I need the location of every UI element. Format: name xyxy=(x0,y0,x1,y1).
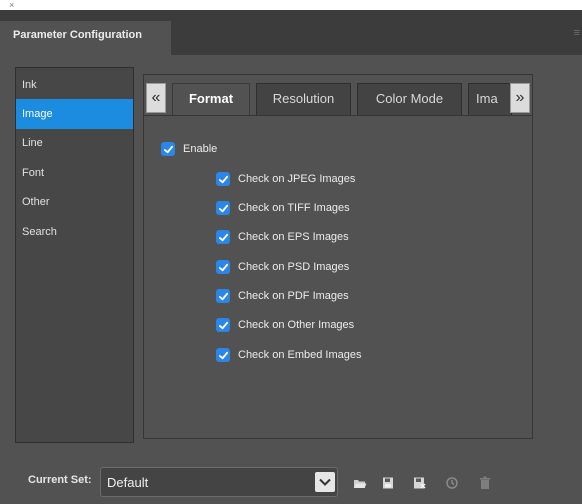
trash-icon[interactable] xyxy=(478,476,492,490)
panel-tab-bar: Parameter Configuration ≡ xyxy=(0,10,582,55)
tab-color-mode[interactable]: Color Mode xyxy=(357,83,462,115)
category-item-font[interactable]: Font xyxy=(16,158,133,188)
current-set-label: Current Set: xyxy=(28,474,92,486)
psd-label: Check on PSD Images xyxy=(238,261,350,273)
open-folder-icon[interactable] xyxy=(353,476,367,490)
history-icon[interactable] xyxy=(445,476,459,490)
category-item-search[interactable]: Search xyxy=(16,217,133,247)
other-label: Check on Other Images xyxy=(238,319,355,331)
checkmark-icon xyxy=(218,175,228,183)
footer-bar: Current Set: Default xyxy=(0,462,582,504)
checkmark-icon xyxy=(218,204,228,212)
eps-label: Check on EPS Images xyxy=(238,231,349,243)
tab-resolution[interactable]: Resolution xyxy=(256,83,351,115)
check-row-pdf[interactable]: Check on PDF Images xyxy=(216,288,349,304)
eps-checkbox[interactable] xyxy=(216,230,230,244)
category-item-line[interactable]: Line xyxy=(16,128,133,158)
window-top-strip: × xyxy=(0,0,582,10)
embed-checkbox[interactable] xyxy=(216,348,230,362)
jpeg-label: Check on JPEG Images xyxy=(238,173,356,185)
tiff-label: Check on TIFF Images xyxy=(238,202,350,214)
save-icon[interactable] xyxy=(381,476,395,490)
current-set-dropdown[interactable]: Default xyxy=(100,467,338,497)
enable-checkbox[interactable] xyxy=(161,142,175,156)
tab-divider xyxy=(144,115,532,116)
check-row-psd[interactable]: Check on PSD Images xyxy=(216,259,349,275)
options-content-area: « Format Resolution Color Mode Ima » Ena… xyxy=(143,74,533,439)
other-checkbox[interactable] xyxy=(216,318,230,332)
chevron-down-icon[interactable] xyxy=(315,472,335,492)
checkmark-icon xyxy=(163,145,173,153)
checkmark-icon xyxy=(218,233,228,241)
category-item-image[interactable]: Image xyxy=(16,99,133,129)
tabs-scroll-right-button[interactable]: » xyxy=(510,83,530,113)
parameter-configuration-panel: Parameter Configuration ≡ Ink Image Line… xyxy=(0,10,582,504)
enable-label: Enable xyxy=(183,143,218,155)
category-list: Ink Image Line Font Other Search xyxy=(15,67,134,443)
close-icon[interactable]: × xyxy=(9,0,14,10)
category-item-ink[interactable]: Ink xyxy=(16,70,133,100)
panel-menu-icon[interactable]: ≡ xyxy=(574,28,580,39)
checkmark-icon xyxy=(218,321,228,329)
format-tabs: « Format Resolution Color Mode Ima » xyxy=(144,75,532,115)
checkmark-icon xyxy=(218,292,228,300)
check-row-other[interactable]: Check on Other Images xyxy=(216,317,354,333)
tab-image-truncated[interactable]: Ima xyxy=(468,83,512,115)
checkmark-icon xyxy=(218,263,228,271)
save-as-icon[interactable] xyxy=(412,476,426,490)
embed-label: Check on Embed Images xyxy=(238,349,362,361)
check-row-embed[interactable]: Check on Embed Images xyxy=(216,347,362,363)
enable-checkbox-row[interactable]: Enable xyxy=(161,141,217,157)
psd-checkbox[interactable] xyxy=(216,260,230,274)
tabs-scroll-left-button[interactable]: « xyxy=(146,83,166,113)
panel-tab-parameter-configuration[interactable]: Parameter Configuration xyxy=(0,21,171,55)
current-set-value: Default xyxy=(107,475,149,490)
pdf-checkbox[interactable] xyxy=(216,289,230,303)
check-row-tiff[interactable]: Check on TIFF Images xyxy=(216,200,350,216)
checkmark-icon xyxy=(218,351,228,359)
check-row-eps[interactable]: Check on EPS Images xyxy=(216,229,349,245)
category-item-other[interactable]: Other xyxy=(16,187,133,217)
jpeg-checkbox[interactable] xyxy=(216,172,230,186)
pdf-label: Check on PDF Images xyxy=(238,290,349,302)
tiff-checkbox[interactable] xyxy=(216,201,230,215)
tab-format[interactable]: Format xyxy=(172,83,250,115)
check-row-jpeg[interactable]: Check on JPEG Images xyxy=(216,171,355,187)
